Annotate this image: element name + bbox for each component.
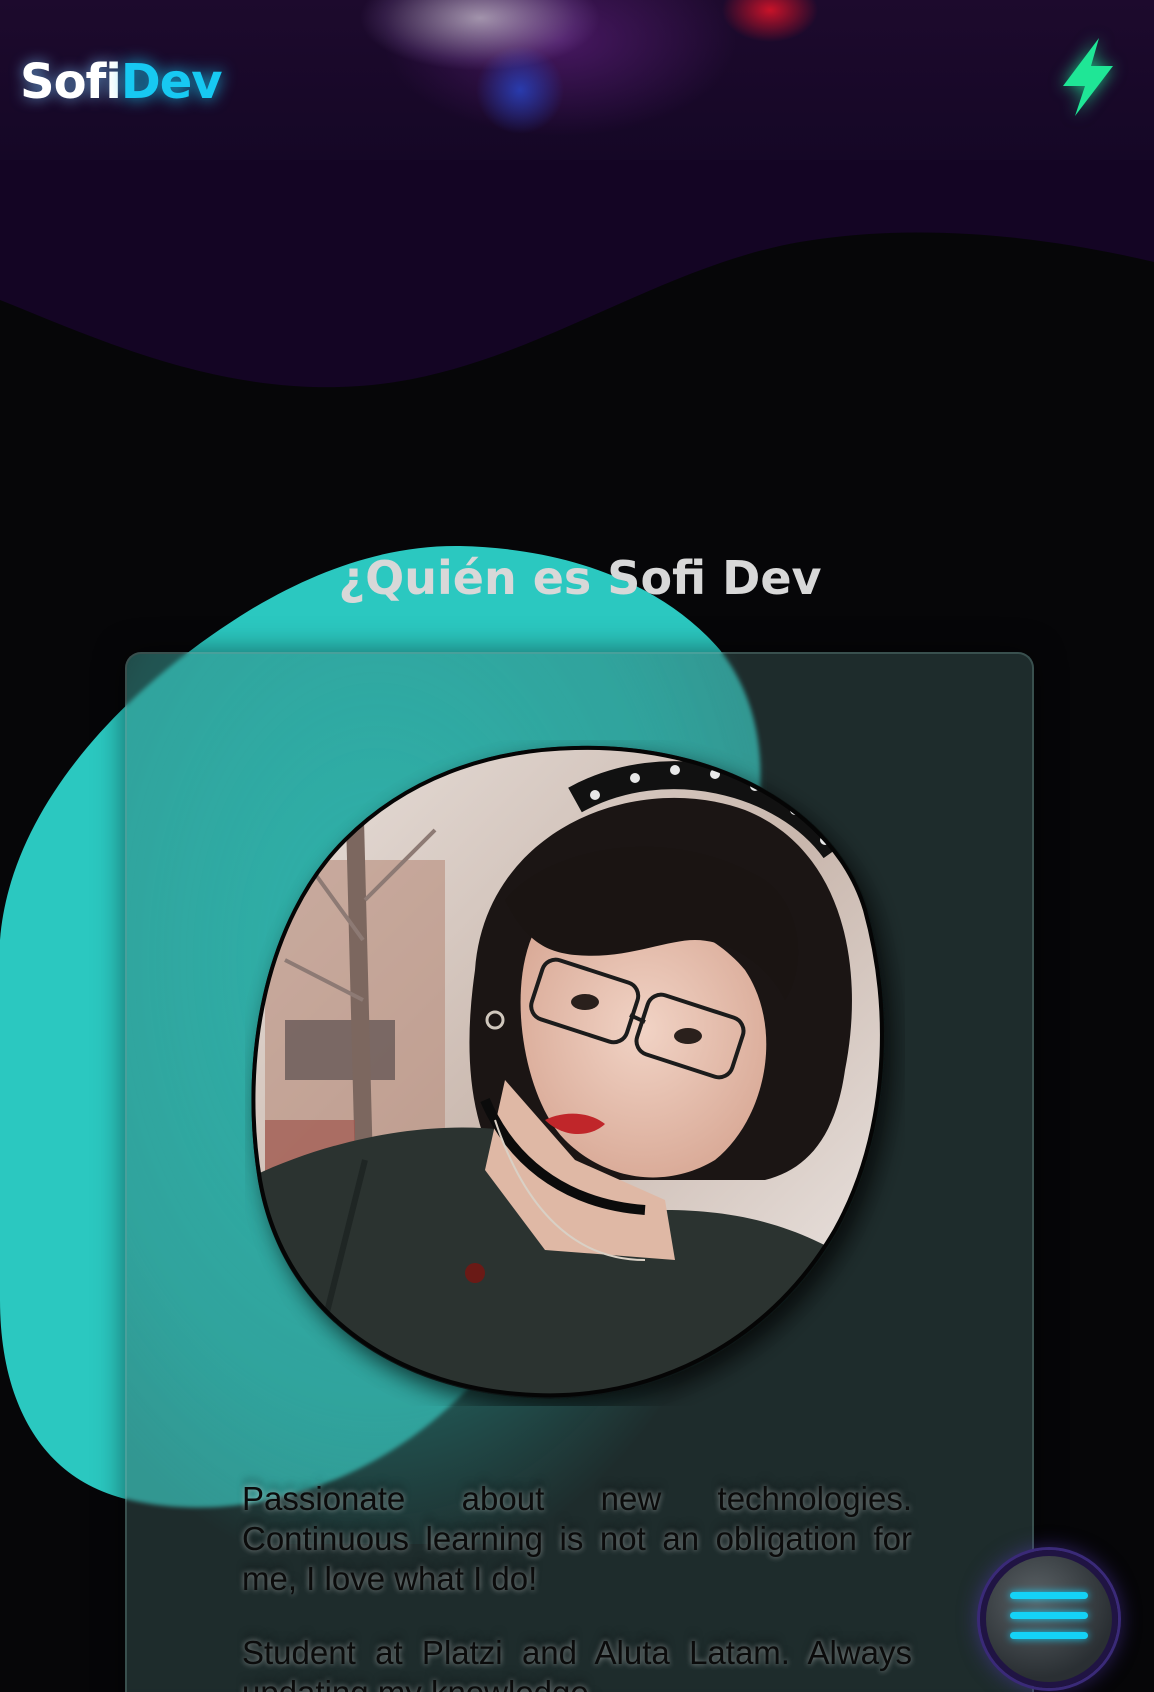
bio-paragraph-2: Student at Platzi and Aluta Latam. Alway… [242, 1634, 912, 1692]
lightning-bolt-icon[interactable] [1055, 36, 1121, 118]
profile-photo [245, 740, 905, 1406]
header-wave [0, 150, 1154, 388]
page: SofiDev ¿Quién es Sofi Dev Passionate ab… [0, 0, 1154, 1692]
about-card: Passionate about new technologies. Conti… [125, 652, 1034, 1692]
bio-paragraph-1: Passionate about new technologies. Conti… [242, 1480, 912, 1597]
menu-line [1010, 1612, 1088, 1619]
logo-text-dev: Dev [120, 54, 223, 110]
section-title: ¿Quién es Sofi Dev [338, 551, 822, 605]
header: SofiDev [0, 0, 1154, 160]
logo-text-sofi: Sofi [20, 54, 122, 110]
menu-line [1010, 1592, 1088, 1599]
menu-line [1010, 1632, 1088, 1639]
logo[interactable]: SofiDev [20, 52, 223, 112]
hamburger-menu-button[interactable] [980, 1550, 1118, 1688]
